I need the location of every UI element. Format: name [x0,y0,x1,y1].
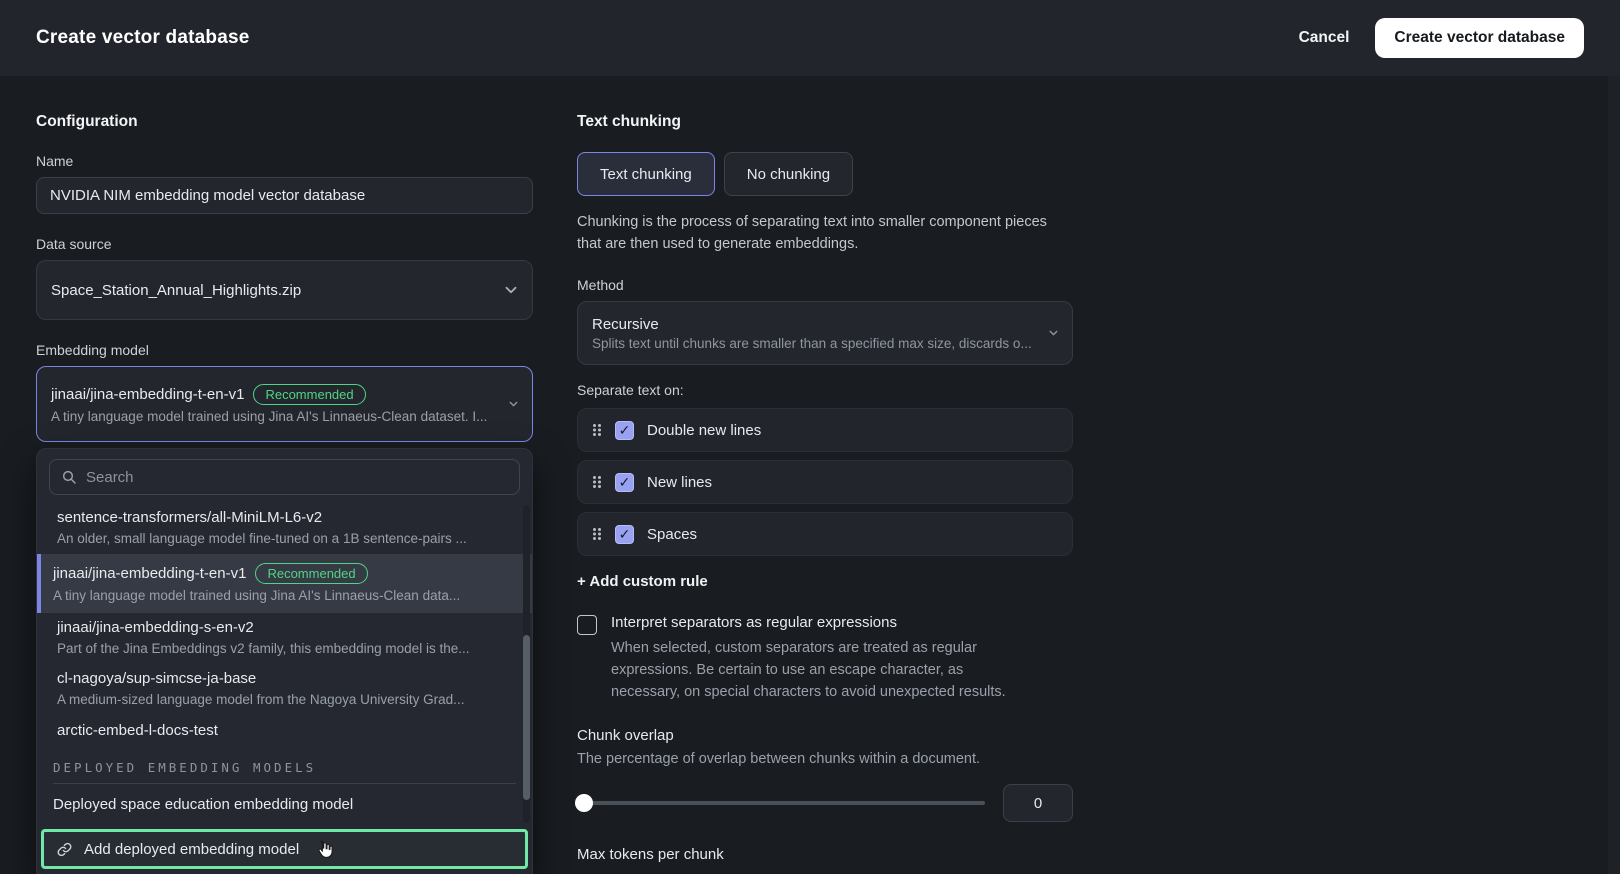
embedding-model-description: A tiny language model trained using Jina… [51,409,487,424]
name-input[interactable] [36,177,533,214]
cancel-button[interactable]: Cancel [1299,29,1350,47]
method-select[interactable]: Recursive Splits text until chunks are s… [577,301,1073,365]
tab-no-chunking[interactable]: No chunking [724,152,853,196]
chunking-mode-tabs: Text chunking No chunking [577,152,1073,196]
embedding-model-select[interactable]: jinaai/jina-embedding-t-en-v1 Recommende… [36,366,533,442]
embedding-model-value: jinaai/jina-embedding-t-en-v1 [51,386,244,403]
chunk-overlap-slider[interactable] [577,794,985,812]
page-title: Create vector database [36,27,250,49]
model-option[interactable]: arctic-embed-l-docs-test [37,715,532,746]
embedding-model-selected: jinaai/jina-embedding-t-en-v1 Recommende… [51,384,366,405]
data-source-value: Space_Station_Annual_Highlights.zip [51,282,301,299]
check-icon: ✓ [619,475,631,489]
page-header: Create vector database Cancel Create vec… [0,0,1620,76]
cursor-icon [314,839,335,865]
chunk-overlap-control [577,784,1073,822]
model-option[interactable]: sentence-transformers/all-MiniLM-L6-v2 A… [37,503,532,554]
drag-handle-icon[interactable] [592,475,602,489]
data-source-label: Data source [36,236,533,252]
embedding-model-label: Embedding model [36,342,533,358]
chunk-overlap-input[interactable] [1003,784,1073,822]
regex-label: Interpret separators as regular expressi… [611,614,1011,631]
rule-row-double-new-lines: ✓ Double new lines [577,408,1073,452]
rule-checkbox[interactable]: ✓ [615,473,634,492]
model-option[interactable]: jinaai/jina-embedding-s-en-v2 Part of th… [37,613,532,664]
separate-text-label: Separate text on: [577,382,1073,398]
rule-checkbox[interactable]: ✓ [615,525,634,544]
regex-description: When selected, custom separators are tre… [611,637,1011,703]
search-input[interactable] [86,469,508,486]
model-option[interactable]: cl-nagoya/sup-simcse-ja-base A medium-si… [37,664,532,715]
max-tokens-label: Max tokens per chunk [577,846,1073,863]
check-icon: ✓ [619,527,631,541]
add-deployed-embedding-model-button[interactable]: Add deployed embedding model [41,829,528,869]
chunk-overlap-label: Chunk overlap [577,727,1073,744]
regex-checkbox[interactable] [577,615,597,635]
deployed-models-section-header: DEPLOYED EMBEDDING MODELS [37,746,532,783]
text-chunking-column: Text chunking Text chunking No chunking … [577,76,1073,874]
slider-thumb[interactable] [575,794,593,812]
rule-row-new-lines: ✓ New lines [577,460,1073,504]
chunk-overlap-description: The percentage of overlap between chunks… [577,748,1073,770]
header-actions: Cancel Create vector database [1299,18,1584,58]
chevron-down-icon [507,398,520,411]
chevron-down-icon [1047,327,1060,340]
name-label: Name [36,153,533,169]
configuration-heading: Configuration [36,76,533,131]
method-description: Splits text until chunks are smaller tha… [592,336,1032,351]
create-vector-database-page: Create vector database Cancel Create vec… [0,0,1620,874]
create-vector-database-button[interactable]: Create vector database [1375,18,1584,58]
slider-track [577,801,985,805]
chunking-description: Chunking is the process of separating te… [577,211,1055,255]
rule-checkbox[interactable]: ✓ [615,421,634,440]
deployed-model-option[interactable]: Deployed space education embedding model [37,784,532,825]
check-icon: ✓ [619,423,631,437]
method-label: Method [577,277,1073,293]
rule-row-spaces: ✓ Spaces [577,512,1073,556]
page-scrollbar-track[interactable] [1608,76,1620,874]
link-icon [56,841,73,858]
dropdown-search[interactable] [49,459,520,495]
dropdown-scrollbar-thumb[interactable] [523,635,530,800]
method-value: Recursive [592,316,659,333]
data-source-select[interactable]: Space_Station_Annual_Highlights.zip [36,260,533,320]
chevron-down-icon [502,281,520,299]
regex-option: Interpret separators as regular expressi… [577,614,1073,703]
add-custom-rule-button[interactable]: + Add custom rule [577,573,708,590]
search-icon [61,469,77,485]
text-chunking-heading: Text chunking [577,76,1073,131]
drag-handle-icon[interactable] [592,423,602,437]
model-option-selected[interactable]: jinaai/jina-embedding-t-en-v1 Recommende… [37,554,532,613]
tab-text-chunking[interactable]: Text chunking [577,152,715,196]
configuration-column: Configuration Name Data source Space_Sta… [36,76,533,874]
recommended-badge: Recommended [255,563,367,584]
embedding-model-dropdown: sentence-transformers/all-MiniLM-L6-v2 A… [36,448,533,874]
recommended-badge: Recommended [253,384,365,405]
drag-handle-icon[interactable] [592,527,602,541]
